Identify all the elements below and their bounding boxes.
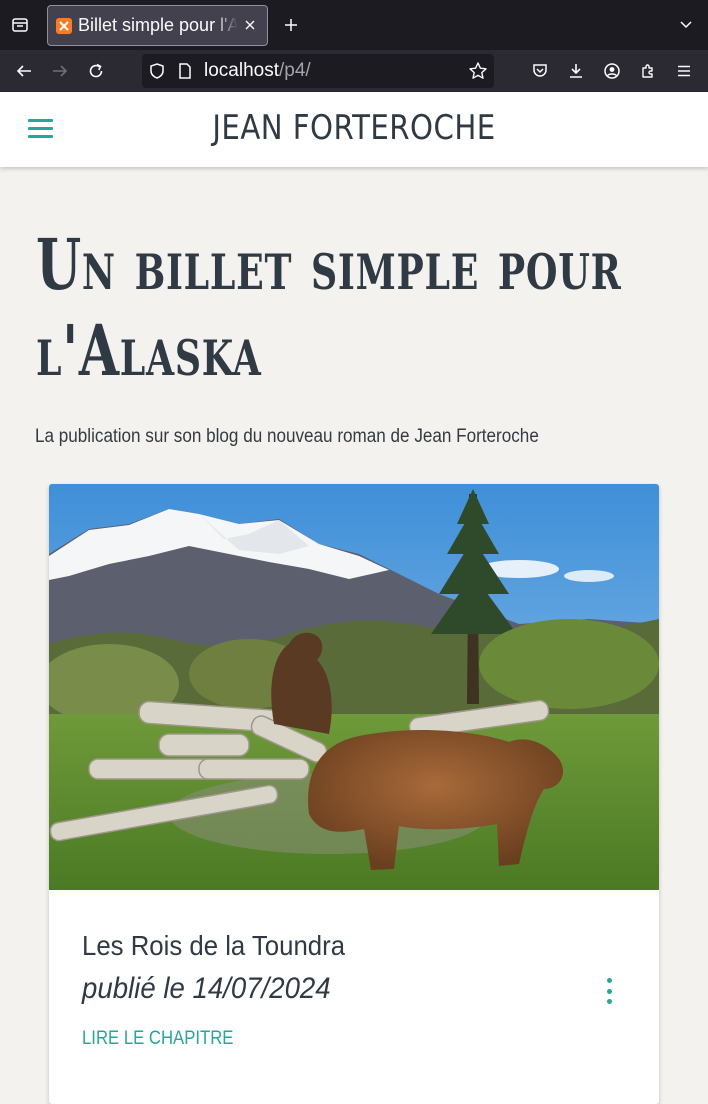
site-brand[interactable]: JEAN FORTEROCHE	[50, 108, 659, 148]
reload-icon[interactable]	[84, 59, 108, 83]
chapter-card: Les Rois de la Toundra publié le 14/07/2…	[49, 484, 659, 1104]
chevron-down-icon[interactable]	[676, 14, 696, 34]
browser-tab-bar: Billet simple pour l'Alaska	[0, 0, 708, 50]
tab-title: Billet simple pour l'Alaska	[78, 15, 238, 35]
menu-icon[interactable]	[672, 59, 696, 83]
tab-close-icon[interactable]	[241, 16, 259, 34]
address-bar[interactable]: localhost/p4/	[142, 54, 494, 88]
chapter-cover-image	[49, 484, 659, 890]
account-icon[interactable]	[600, 59, 624, 83]
downloads-icon[interactable]	[564, 59, 588, 83]
browser-tab-active[interactable]: Billet simple pour l'Alaska	[47, 5, 268, 46]
url-host: localhost	[204, 60, 279, 81]
forward-arrow-icon[interactable]	[48, 59, 72, 83]
back-arrow-icon[interactable]	[12, 59, 36, 83]
page-title: Un billet simple pour l'Alaska	[36, 223, 622, 392]
site-header: JEAN FORTEROCHE	[0, 92, 708, 167]
more-vert-icon[interactable]	[602, 978, 616, 1004]
page-info-icon[interactable]	[176, 62, 194, 85]
xampp-favicon-icon	[56, 17, 72, 34]
chapter-title: Les Rois de la Toundra	[82, 930, 346, 961]
pocket-icon[interactable]	[528, 59, 552, 83]
chapter-publish-date: publié le 14/07/2024	[82, 972, 331, 1005]
browser-toolbar: localhost/p4/	[0, 50, 708, 92]
tab-list-icon[interactable]	[8, 13, 32, 37]
read-chapter-link[interactable]: Lire le chapitre	[82, 1028, 233, 1050]
url-text: localhost/p4/	[204, 60, 311, 82]
extensions-icon[interactable]	[636, 59, 660, 83]
bookmark-star-icon[interactable]	[468, 61, 488, 86]
page-subtitle: La publication sur son blog du nouveau r…	[35, 426, 539, 447]
new-tab-icon[interactable]	[280, 14, 302, 36]
tracking-shield-icon[interactable]	[148, 62, 166, 85]
url-path: /p4/	[279, 60, 311, 81]
